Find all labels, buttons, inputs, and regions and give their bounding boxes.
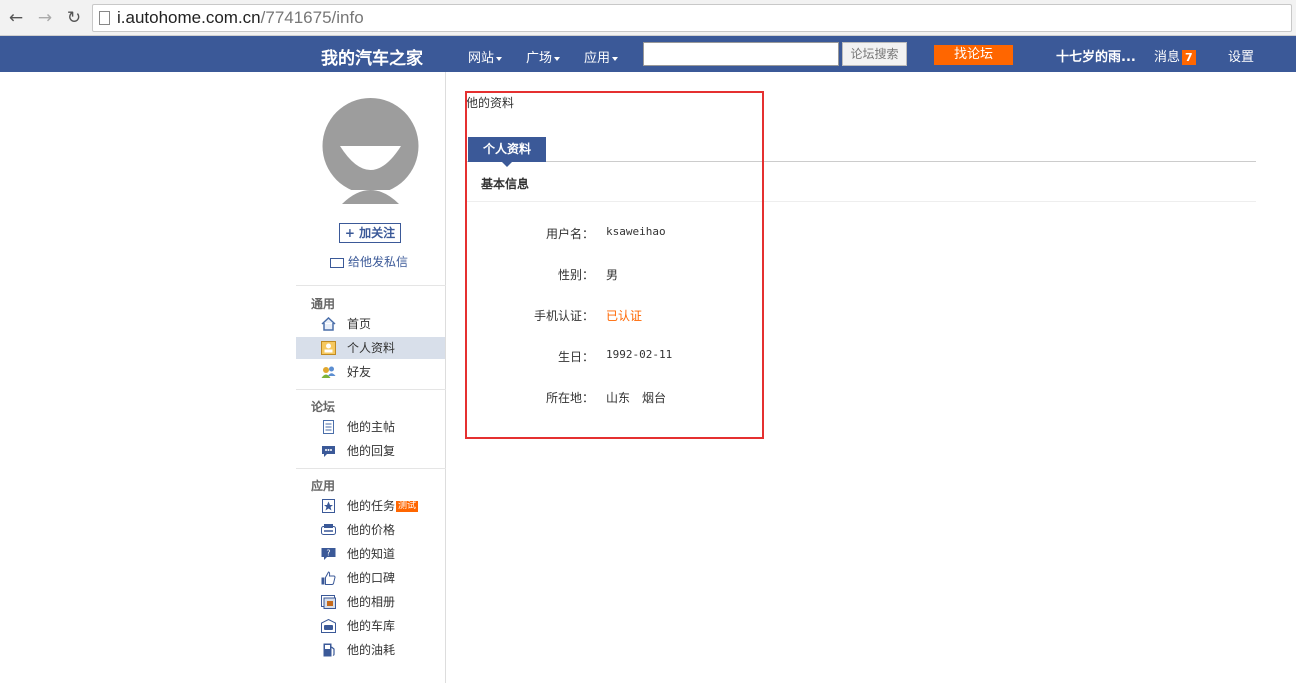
menu-apps[interactable]: 应用 <box>584 47 619 66</box>
forum-search-input[interactable] <box>643 42 839 66</box>
section-title-general: 通用 <box>311 297 336 311</box>
message-count-badge: 7 <box>1182 50 1196 65</box>
menu-website[interactable]: 网站 <box>468 47 503 66</box>
section-title-apps: 应用 <box>311 479 336 493</box>
current-user-name[interactable]: 十七岁的雨... <box>1056 46 1136 65</box>
settings-menu[interactable]: 设置 <box>1228 46 1254 65</box>
sidebar-item-my-garage[interactable]: 他的车库 <box>296 615 445 637</box>
sidebar-item-my-prices[interactable]: 他的价格 <box>296 519 445 541</box>
thumbs-up-icon <box>321 571 336 585</box>
home-icon <box>321 317 336 331</box>
price-icon <box>321 524 336 535</box>
sidebar-item-my-tasks[interactable]: 他的任务 测试 <box>296 495 445 517</box>
comment-icon <box>322 446 335 457</box>
messages-menu[interactable]: 消息 7 <box>1154 46 1196 65</box>
profile-card-icon <box>321 341 336 355</box>
divider <box>296 389 446 390</box>
star-icon <box>322 499 335 513</box>
reload-icon[interactable]: ↻ <box>64 8 84 28</box>
envelope-icon <box>330 257 344 268</box>
sidebar-item-home[interactable]: 首页 <box>296 313 445 335</box>
section-title-forum: 论坛 <box>311 400 336 414</box>
document-icon <box>323 420 334 434</box>
divider <box>296 468 446 469</box>
sidebar-item-profile[interactable]: 个人资料 <box>296 337 445 359</box>
url-text[interactable]: i.autohome.com.cn/7741675/info <box>117 8 364 28</box>
friends-icon <box>321 366 336 378</box>
left-sidebar: + 加关注 给他发私信 通用 首页 个人资料 好友 论坛 他的主帖 他的回复 应… <box>296 72 446 683</box>
forum-search-button[interactable]: 论坛搜索 <box>842 42 907 66</box>
browser-toolbar: ← → ↻ i.autohome.com.cn/7741675/info <box>0 0 1296 36</box>
page-icon <box>99 11 110 25</box>
follow-button[interactable]: + 加关注 <box>339 223 401 243</box>
sidebar-item-my-replies[interactable]: 他的回复 <box>296 440 445 462</box>
svg-text:?: ? <box>326 549 330 558</box>
menu-square[interactable]: 广场 <box>526 47 561 66</box>
question-icon: ? <box>321 548 336 560</box>
forward-icon[interactable]: → <box>35 8 55 28</box>
highlight-annotation-box <box>465 91 764 439</box>
divider <box>296 285 446 286</box>
beta-badge: 测试 <box>396 501 419 512</box>
send-private-message-link[interactable]: 给他发私信 <box>330 253 408 270</box>
address-bar[interactable]: i.autohome.com.cn/7741675/info <box>92 4 1292 32</box>
plus-icon: + <box>344 226 355 240</box>
back-icon[interactable]: ← <box>6 8 26 28</box>
album-icon <box>321 595 336 609</box>
sidebar-item-my-threads[interactable]: 他的主帖 <box>296 416 445 438</box>
avatar <box>322 98 419 204</box>
sidebar-item-my-fuel[interactable]: 他的油耗 <box>296 639 445 661</box>
sidebar-item-my-reviews[interactable]: 他的口碑 <box>296 567 445 589</box>
sidebar-item-friends[interactable]: 好友 <box>296 361 445 383</box>
fuel-icon <box>323 643 335 657</box>
top-navigation-bar: 我的汽车之家 网站 广场 应用 论坛搜索 找论坛 十七岁的雨... 消息 7 设置 <box>0 36 1296 72</box>
caret-down-icon <box>496 56 503 61</box>
sidebar-item-my-album[interactable]: 他的相册 <box>296 591 445 613</box>
caret-down-icon <box>612 56 619 61</box>
caret-down-icon <box>554 56 561 61</box>
find-forum-button[interactable]: 找论坛 <box>934 45 1013 65</box>
garage-icon <box>321 619 336 633</box>
sidebar-item-my-qa[interactable]: ? 他的知道 <box>296 543 445 565</box>
site-brand[interactable]: 我的汽车之家 <box>321 44 423 69</box>
